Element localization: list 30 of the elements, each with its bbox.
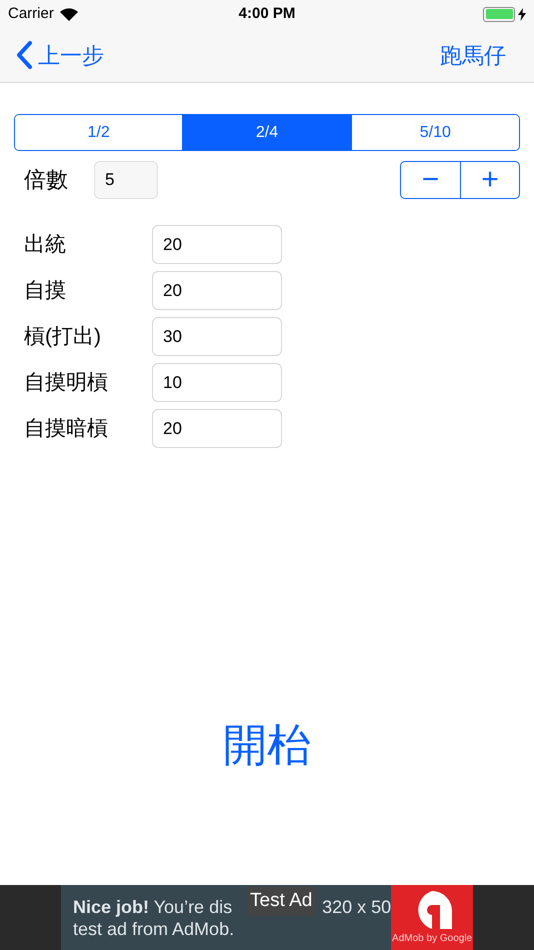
test-ad-badge: Test Ad: [247, 887, 316, 916]
brand-label: AdMob by Google: [392, 932, 472, 946]
segment-tab[interactable]: 5/10: [350, 115, 519, 150]
start-button[interactable]: 開枱: [223, 713, 311, 779]
value-field[interactable]: 20: [152, 409, 282, 448]
increment-button[interactable]: +: [460, 162, 519, 198]
value-field[interactable]: 20: [152, 271, 282, 310]
ad-text: test ad from AdMob.: [73, 918, 236, 940]
field-label: 自摸明槓: [23, 370, 109, 396]
value-field[interactable]: 10: [152, 363, 282, 402]
chevron-left-icon: [16, 41, 32, 69]
ad-card[interactable]: Nice job! You’re dis 320 x 50 test ad from AdMob. AdMob by Google Test Ad: [61, 885, 473, 950]
multiplier-label: 倍數: [23, 166, 69, 194]
wifi-icon: [60, 8, 78, 20]
value-field[interactable]: 20: [152, 225, 282, 264]
clock-label: 4:00 PM: [238, 4, 296, 24]
value-field[interactable]: 30: [152, 317, 282, 356]
field-label: 槓(打出): [23, 324, 102, 350]
ad-text: Nice job! You’re dis: [73, 896, 232, 918]
segment-tab[interactable]: 2/4: [182, 115, 351, 150]
multiplier-field[interactable]: 5: [94, 160, 158, 198]
back-button[interactable]: 上一步: [16, 38, 104, 72]
carrier-label: Carrier: [8, 4, 54, 24]
ad-text: 320 x 50: [322, 896, 392, 918]
battery-icon: [483, 6, 515, 22]
decrement-button[interactable]: −: [401, 162, 460, 198]
nav-action-button[interactable]: 跑馬仔: [440, 38, 506, 72]
field-label: 自摸: [23, 278, 67, 304]
field-label: 自摸暗槓: [23, 416, 109, 442]
field-label: 出統: [23, 232, 67, 258]
